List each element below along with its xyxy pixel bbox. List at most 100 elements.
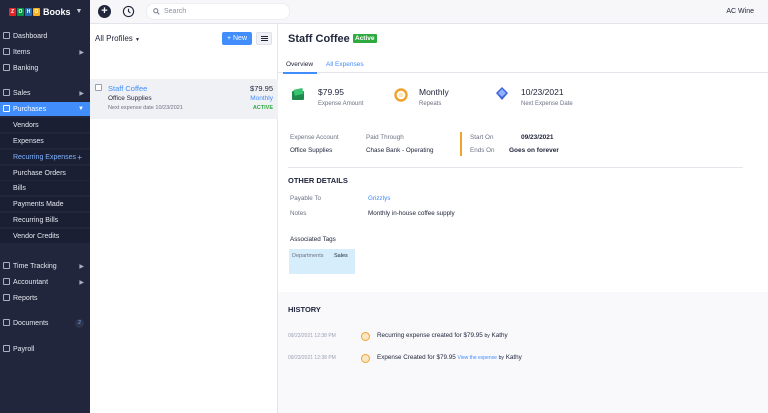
documents-count-badge: 2 [75,318,84,328]
sidebar-item-dashboard[interactable]: Dashboard [0,29,90,43]
logo-letter-o2: O [33,7,40,16]
tag-icon [3,48,10,55]
payable-to-link[interactable]: Grizzlys [368,195,390,202]
sidebar-subitem-label: Recurring Bills [13,216,59,224]
app-name: Books [43,6,71,17]
payroll-icon [3,345,10,352]
profiles-list-panel: All Profiles ▼ + New Staff Coffee $79.95… [90,24,278,413]
sidebar-item-label: Payroll [13,345,35,353]
history-text: Expense Created for $79.95 [377,354,456,361]
history-time: 09/23/2021 12:38 PM [288,333,336,339]
sidebar-item-accountant[interactable]: Accountant ▶ [0,275,90,289]
sidebar-item-items[interactable]: Items ▶ [0,45,90,59]
history-clock-icon [361,354,370,363]
sidebar-item-banking[interactable]: Banking [0,61,90,75]
sidebar-subitem-expenses[interactable]: Expenses [0,134,90,148]
add-recurring-expense-icon[interactable]: + [77,153,82,162]
notes-value: Monthly in-house coffee supply [368,210,455,217]
sidebar-item-label: Sales [13,89,31,97]
payable-to-label: Payable To [290,195,322,202]
chevron-down-icon: ▼ [78,106,84,112]
summary-next-expense-date-label: Next Expense Date [521,101,573,107]
tab-overview[interactable]: Overview [282,61,318,74]
start-on-label: Start On [470,134,494,141]
summary-expense-amount-label: Expense Amount [318,101,364,107]
sidebar-item-label: Purchases [13,105,47,113]
list-item[interactable]: Staff Coffee $79.95 Office Supplies Mont… [90,79,278,119]
chevron-right-icon: ▶ [79,263,84,270]
profile-name[interactable]: Staff Coffee [108,84,147,93]
caret-down-icon: ▼ [135,37,140,43]
history-clock-icon [361,332,370,341]
profile-amount: $79.95 [250,84,273,93]
sidebar-subitem-recurring-expenses[interactable]: Recurring Expenses + [0,150,90,164]
chevron-right-icon: ▶ [79,279,84,286]
history-user: Kathy [505,354,522,361]
associated-tags-label: Associated Tags [290,236,336,243]
sidebar-item-documents[interactable]: Documents 2 [0,316,90,330]
sidebar-item-sales[interactable]: Sales ▶ [0,86,90,100]
recent-history-icon[interactable] [122,5,135,18]
sidebar-subitem-label: Purchase Orders [13,169,66,177]
hamburger-menu-icon[interactable] [256,32,272,45]
sidebar-subitem-label: Recurring Expenses [13,153,77,161]
app-logo[interactable]: Z O H O Books ▼ [0,0,90,24]
sidebar-subitem-purchase-orders[interactable]: Purchase Orders [0,166,90,180]
money-icon [292,88,304,100]
sidebar-subitem-label: Payments Made [13,200,64,208]
profile-account: Office Supplies [108,95,152,102]
sidebar-subitem-recurring-bills[interactable]: Recurring Bills [0,213,90,227]
profiles-filter-dropdown[interactable]: All Profiles ▼ [95,34,140,43]
sidebar-subitem-label: Vendor Credits [13,232,60,240]
page-title: Staff Coffee [288,33,350,45]
sidebar-subitem-payments-made[interactable]: Payments Made [0,197,90,211]
date-divider [460,132,462,156]
row-checkbox[interactable] [95,84,102,91]
sidebar-subitem-bills[interactable]: Bills [0,181,90,195]
logo-letter-o1: O [17,7,24,16]
search-input[interactable]: Search [164,8,186,15]
sidebar-item-time-tracking[interactable]: Time Tracking ▶ [0,259,90,273]
repeat-icon [394,88,408,102]
sidebar-subitem-label: Bills [13,184,26,192]
sidebar-item-label: Banking [13,64,39,72]
expense-account-value: Office Supplies [290,147,333,154]
sidebar-item-purchases[interactable]: Purchases ▼ [0,102,90,116]
chevron-right-icon: ▶ [79,90,84,97]
tag-key: Departments [292,253,324,259]
history-by: by [484,333,490,339]
detail-tabs: Overview All Expenses [278,57,768,74]
sidebar-item-label: Dashboard [13,32,48,40]
sidebar-subitem-label: Expenses [13,137,44,145]
view-expense-link[interactable]: View the expense [458,355,497,361]
organization-name[interactable]: AC Wine [726,8,754,15]
paid-through-label: Paid Through [366,134,404,141]
new-button[interactable]: + New [222,32,252,45]
sidebar-item-payroll[interactable]: Payroll [0,342,90,356]
ends-on-value: Goes on forever [509,147,559,154]
sidebar-item-label: Documents [13,319,49,327]
summary-repeats-label: Repeats [419,101,442,107]
sidebar-item-label: Items [13,48,31,56]
sidebar-item-reports[interactable]: Reports [0,291,90,305]
search-box[interactable]: Search [146,3,290,20]
status-badge: ACTIVE [252,105,273,111]
detail-panel: Staff Coffee Active Overview All Expense… [278,24,768,413]
tab-all-expenses[interactable]: All Expenses [326,61,364,68]
start-on-value: 09/23/2021 [521,134,554,141]
chevron-right-icon: ▶ [79,49,84,56]
history-user: Kathy [491,332,508,339]
home-icon [3,32,10,39]
sidebar-subitem-vendors[interactable]: Vendors [0,118,90,132]
other-details-heading: OTHER DETAILS [288,176,348,185]
search-icon [153,8,160,15]
chevron-down-icon[interactable]: ▼ [76,8,83,15]
quick-create-icon[interactable]: + [98,5,111,18]
cart-icon [3,89,10,96]
sidebar-subitem-vendor-credits[interactable]: Vendor Credits [0,229,90,243]
summary-expense-amount: $79.95 [318,87,344,97]
tag-value: Sales [334,253,348,259]
person-icon [3,278,10,285]
history-by: by [498,355,504,361]
expense-account-label: Expense Account [290,134,339,141]
